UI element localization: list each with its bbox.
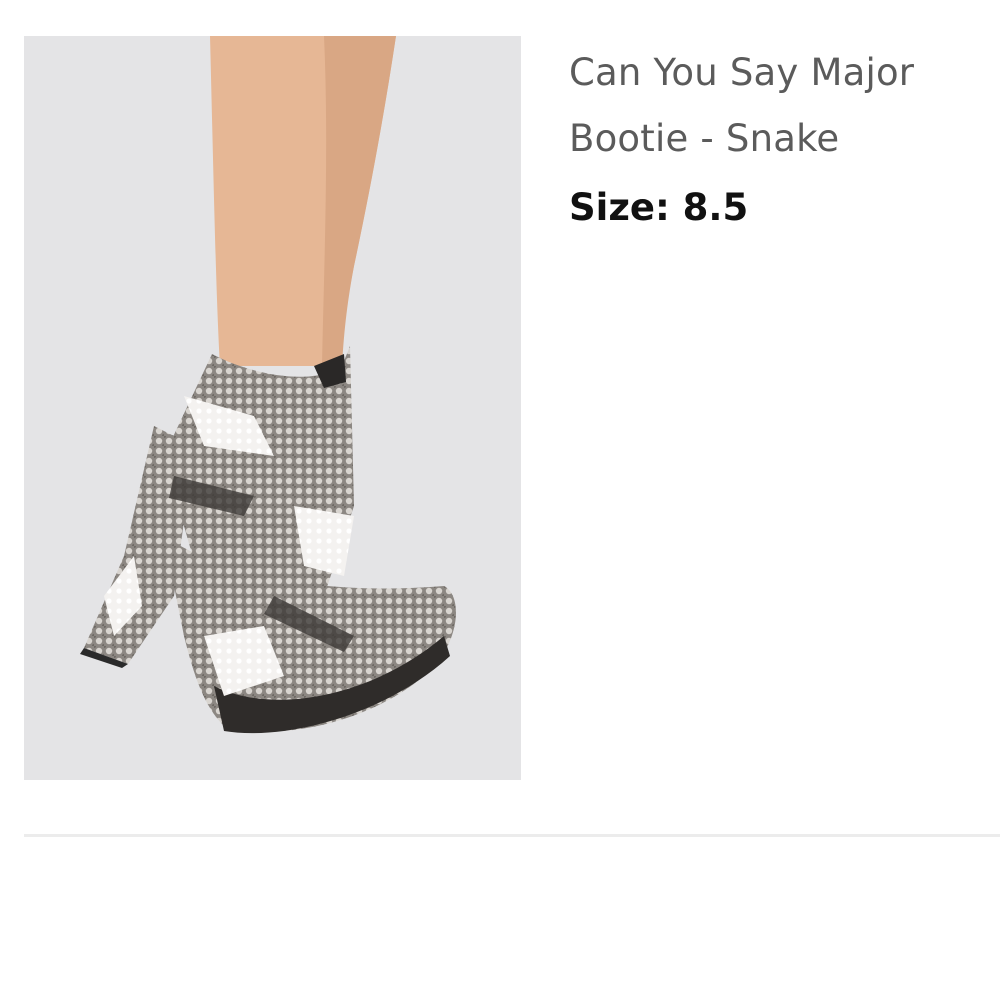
product-size: Size: 8.5 [569,182,748,234]
size-label: Size: [569,186,670,229]
snake-bootie-photo [24,36,521,780]
product-title[interactable]: Can You Say Major Bootie - Snake [569,40,989,172]
product-image[interactable] [24,36,521,780]
section-divider [24,834,1000,837]
size-value: 8.5 [682,186,749,229]
